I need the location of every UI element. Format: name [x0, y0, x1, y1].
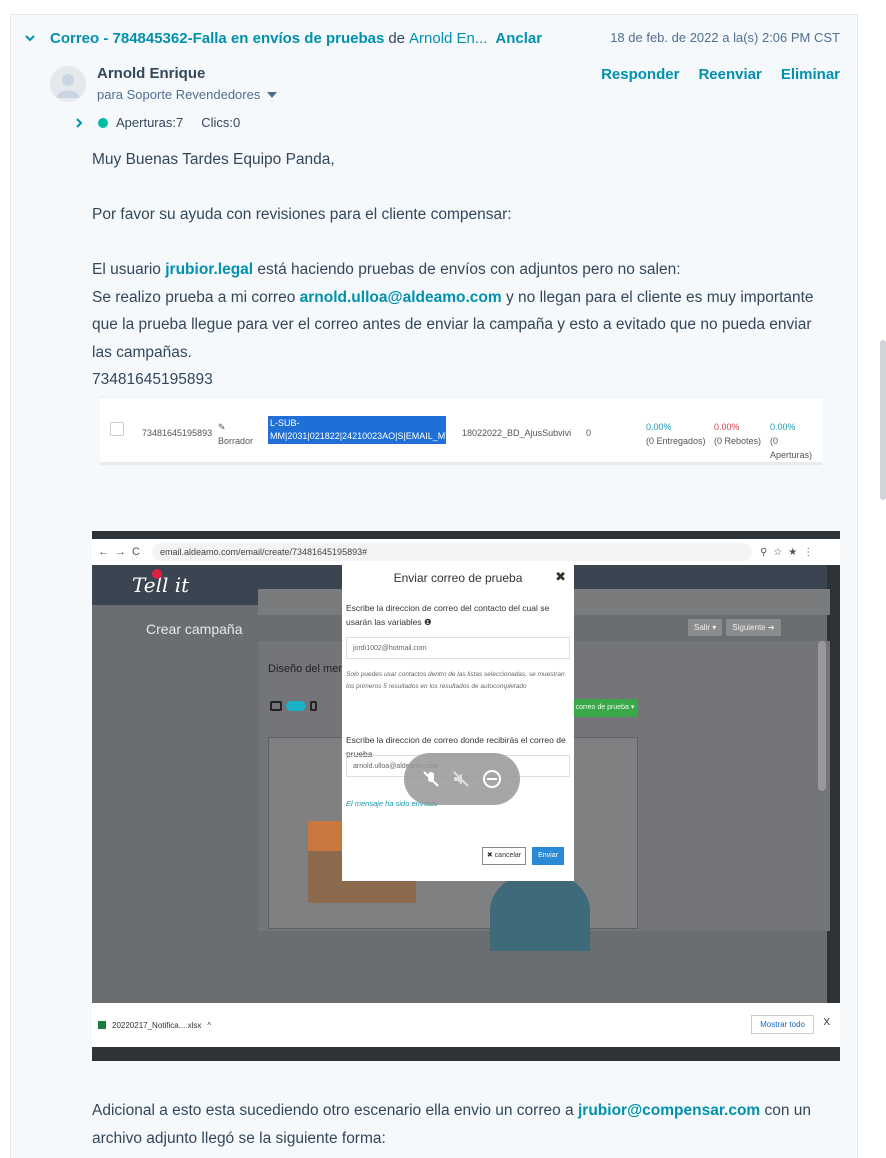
- logo-dot: [152, 569, 162, 579]
- text-span: Adicional a esto esta sucediendo otro es…: [92, 1102, 578, 1119]
- show-all-button: Mostrar todo: [751, 1015, 814, 1034]
- send-button: Enviar: [532, 847, 564, 865]
- email-link[interactable]: arnold.ulloa@aldeamo.com: [300, 289, 502, 306]
- download-filename: 20220217_Notifica....xlsx: [112, 1020, 202, 1030]
- test-email-button: correo de prueba ▾: [572, 699, 638, 717]
- edit-icon: ✎: [218, 422, 226, 432]
- download-close: X: [823, 1017, 830, 1028]
- bounced-pct: 0.00%: [714, 422, 740, 432]
- chevron-down-icon[interactable]: [24, 32, 36, 44]
- browser-bar: ←→C email.aldeamo.com/email/create/73481…: [92, 539, 840, 565]
- forward-button[interactable]: Reenviar: [698, 66, 761, 83]
- row-checkbox: [110, 422, 124, 436]
- contact-field: jordi1002@hotmail.com: [346, 637, 570, 659]
- campaign-id: 73481645195893: [92, 371, 213, 388]
- row-delivered: 0.00% (0 Entregados): [646, 420, 706, 448]
- email-details: El usuario jrubior.legal está haciendo p…: [92, 256, 832, 394]
- chevron-right-icon[interactable]: [74, 117, 84, 128]
- mobile-icon: [310, 701, 317, 711]
- row-opens: 0.00% (0 Aperturas): [770, 420, 822, 462]
- teal-shape: [490, 871, 590, 951]
- media-controls: [404, 753, 520, 805]
- row-name: 18022022_BD_AjusSubvivi: [462, 428, 572, 438]
- next-button: Siguiente ➔: [726, 619, 781, 636]
- opens-status-dot: [98, 117, 108, 128]
- desktop-icon: [270, 701, 282, 711]
- from-word: de: [388, 29, 406, 47]
- cancel-button: ✖ cancelar: [482, 847, 526, 865]
- sender-name: Arnold Enrique: [97, 65, 206, 82]
- email-additional: Adicional a esto esta sucediendo otro es…: [92, 1097, 832, 1152]
- minus-circle-icon: [483, 770, 501, 788]
- modal-title: Enviar correo de prueba: [393, 571, 523, 585]
- inner-scrollbar: [818, 641, 826, 791]
- email-request: Por favor su ayuda con revisiones para e…: [92, 206, 512, 223]
- excel-icon: [98, 1021, 106, 1029]
- person-icon: [56, 74, 80, 98]
- toggle-icon: [286, 701, 306, 711]
- compensar-link[interactable]: jrubior@compensar.com: [578, 1102, 760, 1119]
- email-date: 18 de feb. de 2022 a la(s) 2:06 PM CST: [610, 30, 840, 45]
- row-bounced: 0.00% (0 Rebotes): [714, 420, 761, 448]
- row-count: 0: [586, 428, 592, 438]
- browser-nav-icons: ←→C: [98, 546, 146, 558]
- test-email-screenshot: ←→C email.aldeamo.com/email/create/73481…: [92, 531, 840, 1061]
- create-campaign-title: Crear campaña: [146, 621, 243, 637]
- download-item: 20220217_Notifica....xlsx ^: [98, 1021, 211, 1030]
- pin-button[interactable]: Anclar: [495, 30, 542, 47]
- text-span: Se realizo prueba a mi correo: [92, 288, 300, 306]
- hint-text: Solo puedes usar contactos dentro de las…: [346, 671, 565, 690]
- from-name[interactable]: Arnold En...: [409, 30, 487, 47]
- opens-label: (0 Aperturas): [770, 436, 813, 460]
- row-id: 73481645195893: [142, 428, 213, 438]
- email-actions: Responder Reenviar Eliminar: [601, 66, 840, 83]
- tracking-stats[interactable]: Aperturas:7 Clics:0: [74, 115, 240, 130]
- top-buttons: Salir ▾ Siguiente ➔: [688, 619, 781, 636]
- bounced-label: (0 Rebotes): [714, 436, 762, 446]
- mic-off-icon: [423, 771, 439, 787]
- device-toggles: [270, 701, 317, 711]
- opens-pct: 0.00%: [770, 422, 796, 432]
- caret-up-icon: ^: [207, 1020, 212, 1030]
- reply-button[interactable]: Responder: [601, 66, 679, 83]
- user-link[interactable]: jrubior.legal: [165, 261, 253, 278]
- delete-button[interactable]: Eliminar: [781, 66, 840, 83]
- download-bar: 20220217_Notifica....xlsx ^ Mostrar todo …: [92, 1003, 840, 1047]
- email-subject[interactable]: Correo - 784845362-Falla en envíos de pr…: [50, 30, 384, 47]
- contact-label: Escribe la direccion de correo del conta…: [346, 603, 550, 627]
- recipient-dropdown[interactable]: para Soporte Revendedores: [97, 87, 278, 102]
- test-email-modal: Enviar correo de prueba ✖ Escribe la dir…: [342, 565, 574, 881]
- exit-button: Salir ▾: [688, 619, 723, 636]
- text-span: El usuario: [92, 261, 166, 278]
- caret-down-icon[interactable]: [267, 91, 278, 98]
- row-selected-text: L-SUB-MM|2031|021822|24210023AO|S|EMAIL_…: [268, 416, 469, 444]
- row-draft: ✎ Borrador: [218, 420, 253, 448]
- email-greeting: Muy Buenas Tardes Equipo Panda,: [92, 151, 335, 168]
- close-icon: ✖: [555, 569, 566, 584]
- recipient-label: para Soporte Revendedores: [97, 87, 261, 102]
- text-span: está haciendo pruebas de envíos con adju…: [253, 261, 681, 278]
- url-bar: email.aldeamo.com/email/create/734816451…: [151, 543, 752, 561]
- delivered-label: (0 Entregados): [646, 436, 706, 446]
- page-scrollbar[interactable]: [880, 340, 886, 500]
- campaign-row-screenshot: 73481645195893 ✎ Borrador L-SUB-MM|2031|…: [100, 397, 822, 465]
- email-header[interactable]: Correo - 784845362-Falla en envíos de pr…: [24, 28, 844, 48]
- avatar: [50, 66, 86, 102]
- browser-tool-icons: ⚲☆★⋮: [759, 546, 820, 558]
- draft-label: Borrador: [218, 436, 254, 446]
- speaker-off-icon: [453, 771, 469, 787]
- clicks-count: Clics:0: [201, 115, 241, 130]
- opens-count: Aperturas:7: [116, 115, 184, 130]
- delivered-pct: 0.00%: [646, 422, 672, 432]
